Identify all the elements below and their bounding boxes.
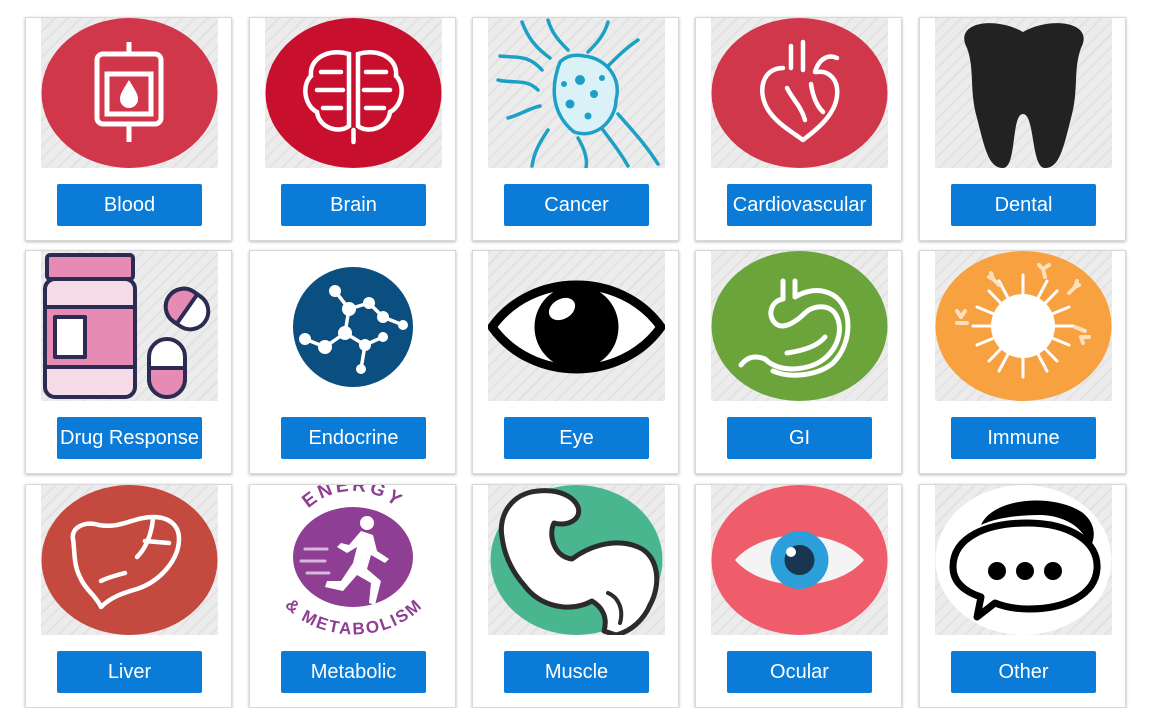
immune-cell-icon[interactable] [935, 251, 1112, 401]
category-button-other[interactable]: Other [951, 651, 1096, 693]
category-button-gi[interactable]: GI [727, 417, 872, 459]
cancer-cell-icon[interactable] [488, 18, 665, 168]
category-button-immune[interactable]: Immune [951, 417, 1096, 459]
category-button-eye[interactable]: Eye [504, 417, 649, 459]
flexed-arm-icon[interactable] [488, 485, 665, 635]
category-card-cancer[interactable]: Cancer [472, 17, 679, 241]
category-card-ocular[interactable]: Ocular [695, 484, 902, 708]
category-button-cancer[interactable]: Cancer [504, 184, 649, 226]
pill-bottle-icon[interactable] [41, 251, 218, 401]
stomach-icon[interactable] [711, 251, 888, 401]
category-button-muscle[interactable]: Muscle [504, 651, 649, 693]
category-card-immune[interactable]: Immune [919, 250, 1126, 474]
category-card-blood[interactable]: Blood [25, 17, 232, 241]
category-button-metabolic[interactable]: Metabolic [281, 651, 426, 693]
heart-icon[interactable] [711, 18, 888, 168]
category-card-cardiovascular[interactable]: Cardiovascular [695, 17, 902, 241]
category-button-cardiovascular[interactable]: Cardiovascular [727, 184, 872, 226]
speech-bubble-icon[interactable] [935, 485, 1112, 635]
category-card-eye[interactable]: Eye [472, 250, 679, 474]
category-button-ocular[interactable]: Ocular [727, 651, 872, 693]
category-card-endocrine[interactable]: Endocrine [249, 250, 456, 474]
blood-bag-icon[interactable] [41, 18, 218, 168]
category-button-brain[interactable]: Brain [281, 184, 426, 226]
category-button-drug-response[interactable]: Drug Response [57, 417, 202, 459]
category-button-endocrine[interactable]: Endocrine [281, 417, 426, 459]
category-card-drug-response[interactable]: Drug Response [25, 250, 232, 474]
molecule-icon[interactable] [265, 251, 442, 401]
category-card-gi[interactable]: GI [695, 250, 902, 474]
category-button-liver[interactable]: Liver [57, 651, 202, 693]
category-card-muscle[interactable]: Muscle [472, 484, 679, 708]
category-card-metabolic[interactable]: ENERGY & METABOLISM Metabolic [249, 484, 456, 708]
brain-icon[interactable] [265, 18, 442, 168]
eye-icon[interactable] [488, 251, 665, 401]
category-card-liver[interactable]: Liver [25, 484, 232, 708]
tooth-icon[interactable] [935, 18, 1112, 168]
category-button-blood[interactable]: Blood [57, 184, 202, 226]
category-button-dental[interactable]: Dental [951, 184, 1096, 226]
category-card-dental[interactable]: Dental [919, 17, 1126, 241]
category-card-other[interactable]: Other [919, 484, 1126, 708]
category-card-brain[interactable]: Brain [249, 17, 456, 241]
energy-metabolism-logo[interactable]: ENERGY & METABOLISM [265, 485, 442, 635]
liver-icon[interactable] [41, 485, 218, 635]
eye-color-icon[interactable] [711, 485, 888, 635]
